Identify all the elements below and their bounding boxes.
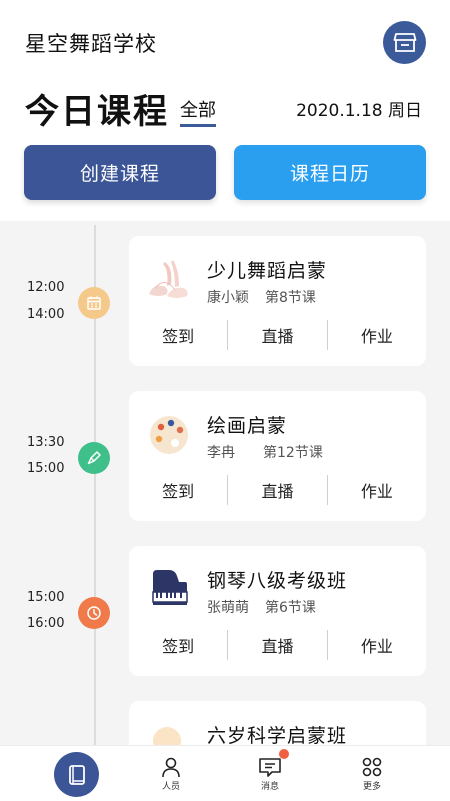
end-time: 14:00 [27, 307, 65, 322]
palette-image [150, 416, 188, 454]
teacher-name: 李冉 [207, 445, 235, 461]
start-time: 15:00 [27, 590, 65, 605]
lesson-number: 第8节课 [265, 290, 316, 306]
course-calendar-button[interactable]: 课程日历 [234, 145, 426, 200]
start-time: 12:00 [27, 280, 65, 295]
homework-button[interactable]: 作业 [328, 320, 426, 350]
live-button[interactable]: 直播 [228, 475, 326, 505]
course-title: 少儿舞蹈启蒙 [207, 260, 328, 282]
filter-all-tab[interactable]: 全部 [180, 96, 216, 127]
book-icon [68, 764, 85, 785]
course-actions: 签到 直播 作业 [129, 630, 426, 660]
calendar-icon [78, 287, 110, 319]
live-button[interactable]: 直播 [228, 630, 326, 660]
end-time: 16:00 [27, 616, 65, 631]
nav-more-label: 更多 [362, 782, 381, 792]
ballet-shoes-image [149, 260, 188, 298]
nav-messages[interactable]: 消息 [240, 756, 300, 792]
course-title: 绘画启蒙 [207, 415, 288, 437]
lesson-number: 第6节课 [265, 600, 316, 616]
teacher-name: 张萌萌 [207, 600, 249, 616]
course-card[interactable]: 绘画启蒙 李冉 第12节课 签到 直播 作业 [129, 391, 426, 521]
live-button[interactable]: 直播 [228, 320, 326, 350]
nav-messages-label: 消息 [260, 782, 279, 792]
person-icon [162, 757, 180, 778]
nav-home-button[interactable] [54, 752, 99, 797]
teacher-name: 康小颖 [207, 290, 249, 306]
course-title: 钢琴八级考级班 [207, 570, 348, 592]
course-actions: 签到 直播 作业 [129, 475, 426, 505]
homework-button[interactable]: 作业 [328, 475, 426, 505]
end-time: 15:00 [27, 461, 65, 476]
course-title: 六岁科学启蒙班 [207, 725, 348, 747]
piano-image [152, 570, 188, 605]
course-card[interactable]: 六岁科学启蒙班 [129, 701, 426, 755]
course-actions: 签到 直播 作业 [129, 320, 426, 350]
page-title: 今日课程 [25, 92, 169, 132]
school-name: 星空舞蹈学校 [25, 32, 157, 56]
clock-icon [78, 597, 110, 629]
start-time: 13:30 [27, 435, 65, 450]
notification-badge [279, 749, 289, 759]
course-info: 康小颖 第8节课 [207, 287, 316, 307]
store-icon [393, 32, 416, 52]
course-card[interactable]: 钢琴八级考级班 张萌萌 第6节课 签到 直播 作业 [129, 546, 426, 676]
course-card[interactable]: 少儿舞蹈启蒙 康小颖 第8节课 签到 直播 作业 [129, 236, 426, 366]
course-info: 张萌萌 第6节课 [207, 597, 316, 617]
homework-button[interactable]: 作业 [328, 630, 426, 660]
grid-icon [362, 757, 382, 777]
lesson-number: 第12节课 [263, 445, 323, 461]
current-date: 2020.1.18 周日 [296, 101, 422, 121]
nav-more[interactable]: 更多 [342, 756, 402, 792]
nav-people-label: 人员 [161, 782, 180, 792]
check-in-button[interactable]: 签到 [129, 630, 227, 660]
store-button[interactable] [383, 21, 426, 64]
check-in-button[interactable]: 签到 [129, 475, 227, 505]
message-icon [259, 758, 281, 777]
check-in-button[interactable]: 签到 [129, 320, 227, 350]
course-info: 李冉 第12节课 [207, 442, 323, 462]
brush-icon [78, 442, 110, 474]
nav-people[interactable]: 人员 [141, 756, 201, 792]
create-course-button[interactable]: 创建课程 [24, 145, 216, 200]
